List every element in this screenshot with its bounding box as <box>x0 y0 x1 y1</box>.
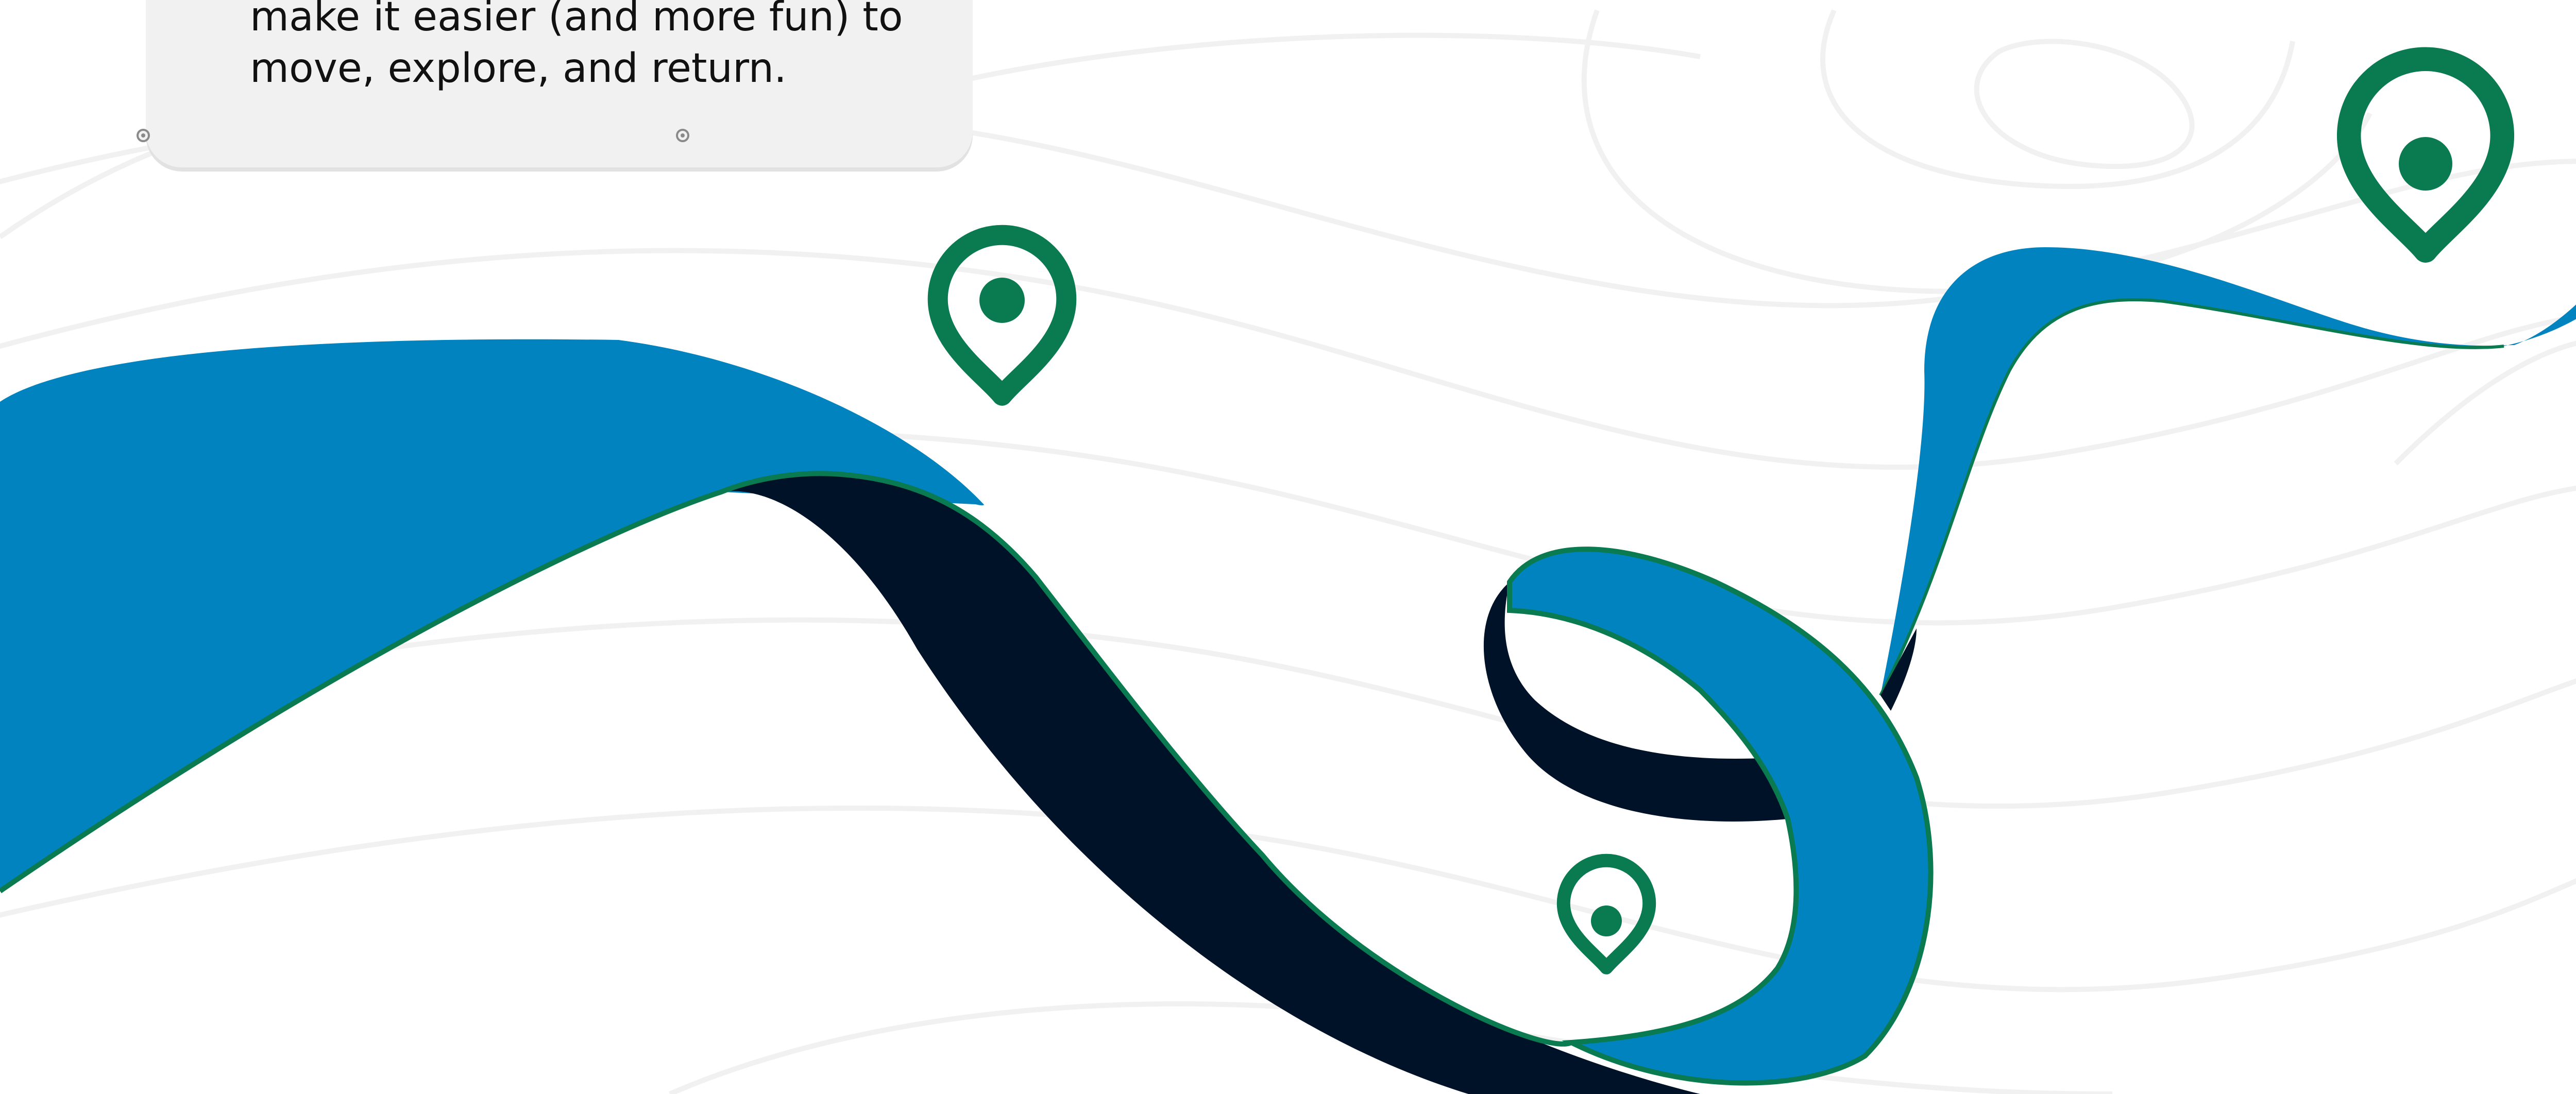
ribbon-blue-rise <box>1880 247 2576 695</box>
card-rivet-left <box>137 129 150 142</box>
location-pin-icon <box>1556 853 1656 975</box>
location-pin-icon <box>927 225 1077 406</box>
location-pin-icon <box>2336 47 2515 263</box>
card-rivet-right <box>676 129 689 142</box>
infographic-canvas: make it easier (and more fun) to move, e… <box>0 0 2576 1094</box>
info-card-text: make it easier (and more fun) to move, e… <box>250 0 903 92</box>
info-card: make it easier (and more fun) to move, e… <box>146 0 973 167</box>
